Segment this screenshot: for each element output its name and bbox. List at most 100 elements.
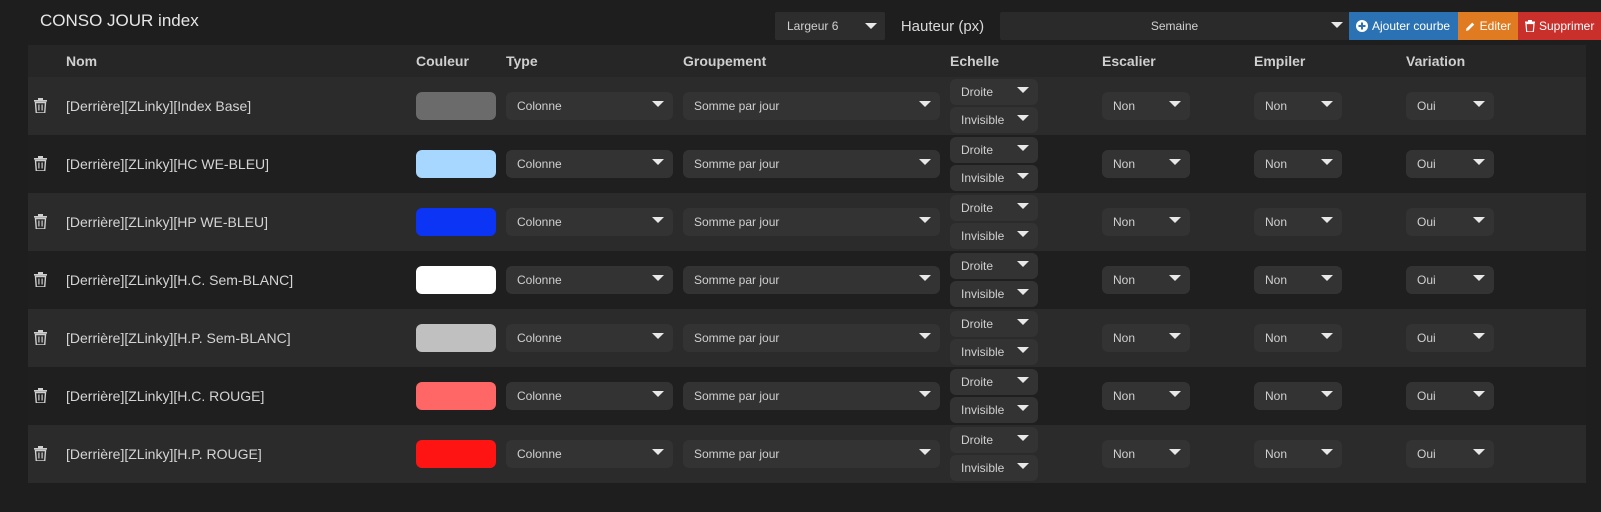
chevron-down-icon — [1017, 87, 1029, 93]
chevron-down-icon — [652, 275, 664, 281]
color-swatch[interactable] — [416, 92, 496, 120]
empiler-select[interactable]: Non — [1254, 382, 1342, 410]
chevron-down-icon — [1321, 275, 1333, 281]
empiler-select-value: Non — [1265, 99, 1288, 113]
echelle-visibility-select[interactable]: Invisible — [950, 455, 1038, 481]
groupement-select[interactable]: Somme par jour — [683, 266, 940, 294]
variation-select[interactable]: Oui — [1406, 440, 1494, 468]
echelle-visibility-select[interactable]: Invisible — [950, 165, 1038, 191]
echelle-visibility-select[interactable]: Invisible — [950, 281, 1038, 307]
color-swatch[interactable] — [416, 440, 496, 468]
table-row: [Derrière][ZLinky][H.C. ROUGE] Colonne Som… — [28, 367, 1586, 425]
echelle-side-select[interactable]: Droite — [950, 195, 1038, 221]
escalier-select[interactable]: Non — [1102, 208, 1190, 236]
empiler-select[interactable]: Non — [1254, 150, 1342, 178]
escalier-select[interactable]: Non — [1102, 150, 1190, 178]
type-select[interactable]: Colonne — [506, 324, 673, 352]
chevron-down-icon — [1017, 289, 1029, 295]
empiler-select[interactable]: Non — [1254, 92, 1342, 120]
type-select[interactable]: Colonne — [506, 266, 673, 294]
chevron-down-icon — [652, 101, 664, 107]
type-select[interactable]: Colonne — [506, 150, 673, 178]
col-empiler: Empiler — [1254, 53, 1306, 69]
toolbar: Largeur 6 Hauteur (px) Semaine Ajouter c… — [775, 12, 1601, 40]
echelle-visibility-select[interactable]: Invisible — [950, 223, 1038, 249]
escalier-select[interactable]: Non — [1102, 266, 1190, 294]
escalier-select-value: Non — [1113, 273, 1136, 287]
periode-value: Semaine — [1150, 19, 1199, 33]
type-select[interactable]: Colonne — [506, 382, 673, 410]
empiler-select-value: Non — [1265, 389, 1288, 403]
delete-label: Supprimer — [1539, 19, 1595, 33]
chevron-down-icon — [1321, 333, 1333, 339]
color-swatch[interactable] — [416, 324, 496, 352]
echelle-side-select-value: Droite — [961, 259, 994, 273]
escalier-select[interactable]: Non — [1102, 92, 1190, 120]
chevron-down-icon — [1017, 261, 1029, 267]
variation-select[interactable]: Oui — [1406, 266, 1494, 294]
empiler-select[interactable]: Non — [1254, 440, 1342, 468]
color-swatch[interactable] — [416, 208, 496, 236]
trash-icon — [34, 388, 47, 403]
largeur-select[interactable]: Largeur 6 — [775, 12, 885, 40]
echelle-side-select[interactable]: Droite — [950, 369, 1038, 395]
edit-button[interactable]: Editer — [1458, 12, 1518, 40]
echelle-side-select[interactable]: Droite — [950, 79, 1038, 105]
variation-select[interactable]: Oui — [1406, 92, 1494, 120]
add-curve-button[interactable]: Ajouter courbe — [1349, 12, 1458, 40]
echelle-visibility-select[interactable]: Invisible — [950, 107, 1038, 133]
variation-select[interactable]: Oui — [1406, 382, 1494, 410]
groupement-select[interactable]: Somme par jour — [683, 208, 940, 236]
type-select[interactable]: Colonne — [506, 440, 673, 468]
escalier-select-value: Non — [1113, 99, 1136, 113]
col-type: Type — [506, 53, 538, 69]
trash-icon — [34, 98, 47, 113]
echelle-visibility-select-value: Invisible — [961, 113, 1005, 127]
chevron-down-icon — [1473, 217, 1485, 223]
echelle-visibility-select-value: Invisible — [961, 229, 1005, 243]
chevron-down-icon — [1017, 347, 1029, 353]
variation-select[interactable]: Oui — [1406, 324, 1494, 352]
echelle-side-select-value: Droite — [961, 201, 994, 215]
type-select[interactable]: Colonne — [506, 92, 673, 120]
col-nom: Nom — [66, 53, 98, 69]
variation-select[interactable]: Oui — [1406, 208, 1494, 236]
chevron-down-icon — [1321, 101, 1333, 107]
echelle-visibility-select[interactable]: Invisible — [950, 339, 1038, 365]
periode-select[interactable]: Semaine — [1000, 12, 1349, 40]
escalier-select[interactable]: Non — [1102, 324, 1190, 352]
empiler-select[interactable]: Non — [1254, 324, 1342, 352]
groupement-select[interactable]: Somme par jour — [683, 324, 940, 352]
groupement-select[interactable]: Somme par jour — [683, 150, 940, 178]
variation-select[interactable]: Oui — [1406, 150, 1494, 178]
edit-label: Editer — [1479, 19, 1511, 33]
curve-name: [Derrière][ZLinky][H.P. Sem-BLANC] — [66, 330, 291, 346]
color-swatch[interactable] — [416, 266, 496, 294]
echelle-visibility-select[interactable]: Invisible — [950, 397, 1038, 423]
groupement-select[interactable]: Somme par jour — [683, 440, 940, 468]
color-swatch[interactable] — [416, 150, 496, 178]
chevron-down-icon — [1017, 435, 1029, 441]
delete-button[interactable]: Supprimer — [1518, 12, 1601, 40]
escalier-select[interactable]: Non — [1102, 382, 1190, 410]
table-row: [Derrière][ZLinky][H.P. Sem-BLANC] Colonn… — [28, 309, 1586, 367]
chevron-down-icon — [1321, 391, 1333, 397]
escalier-select[interactable]: Non — [1102, 440, 1190, 468]
empiler-select-value: Non — [1265, 331, 1288, 345]
echelle-side-select[interactable]: Droite — [950, 427, 1038, 453]
chevron-down-icon — [919, 101, 931, 107]
echelle-side-select[interactable]: Droite — [950, 137, 1038, 163]
escalier-select-value: Non — [1113, 331, 1136, 345]
escalier-select-value: Non — [1113, 389, 1136, 403]
groupement-select[interactable]: Somme par jour — [683, 382, 940, 410]
empiler-select[interactable]: Non — [1254, 266, 1342, 294]
chevron-down-icon — [1169, 449, 1181, 455]
groupement-select[interactable]: Somme par jour — [683, 92, 940, 120]
type-select[interactable]: Colonne — [506, 208, 673, 236]
empiler-select[interactable]: Non — [1254, 208, 1342, 236]
chevron-down-icon — [652, 217, 664, 223]
echelle-side-select[interactable]: Droite — [950, 311, 1038, 337]
color-swatch[interactable] — [416, 382, 496, 410]
echelle-side-select[interactable]: Droite — [950, 253, 1038, 279]
groupement-select-value: Somme par jour — [694, 157, 780, 171]
